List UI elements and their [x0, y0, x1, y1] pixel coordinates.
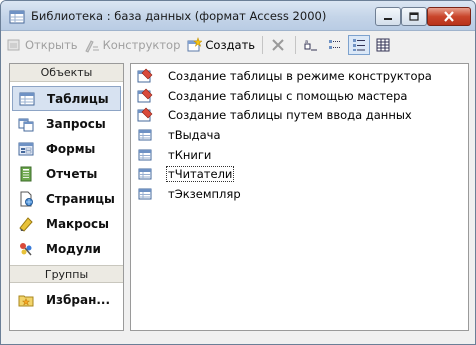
sidebar-item-label: Макросы	[46, 216, 109, 231]
open-button[interactable]: Открыть	[3, 34, 81, 56]
table-icon	[137, 147, 153, 163]
objects-header[interactable]: Объекты	[10, 64, 123, 82]
maximize-button[interactable]	[401, 7, 427, 26]
designer-label: Конструктор	[102, 38, 181, 52]
create-button[interactable]: Создать	[183, 34, 258, 56]
list-item[interactable]: тКниги	[131, 145, 468, 165]
delete-button[interactable]	[267, 35, 289, 55]
list-item[interactable]: Создание таблицы путем ввода данных	[131, 105, 468, 125]
open-label: Открыть	[25, 38, 78, 52]
create-wizard-icon	[137, 68, 153, 84]
sidebar-item-forms[interactable]: Формы	[12, 136, 121, 161]
list-item[interactable]: Создание таблицы с помощью мастера	[131, 86, 468, 106]
minimize-button[interactable]	[375, 7, 401, 26]
designer-button[interactable]: Конструктор	[81, 34, 184, 56]
small-icons-icon	[329, 40, 342, 49]
sidebar-item-queries[interactable]: Запросы	[12, 111, 121, 136]
large-icons-icon: a	[304, 39, 318, 51]
objects-list: Создание таблицы в режиме конструктора С…	[130, 63, 469, 331]
report-icon	[18, 166, 34, 182]
table-icon	[137, 166, 153, 182]
sidebar-item-label: Формы	[46, 141, 96, 156]
toolbar-separator	[295, 36, 297, 54]
sidebar-item-modules[interactable]: Модули	[12, 236, 121, 261]
svg-text:a: a	[305, 39, 308, 45]
favorites-icon	[18, 292, 34, 308]
list-item[interactable]: Создание таблицы в режиме конструктора	[131, 66, 468, 86]
table-icon	[19, 91, 35, 107]
sidebar-item-label: Отчеты	[46, 166, 98, 181]
macro-icon	[18, 216, 34, 232]
list-item-label: тВыдача	[168, 127, 221, 142]
sidebar-item-macros[interactable]: Макросы	[12, 211, 121, 236]
list-item-label: Создание таблицы путем ввода данных	[168, 108, 412, 123]
sidebar-item-reports[interactable]: Отчеты	[12, 161, 121, 186]
close-button[interactable]	[427, 7, 471, 26]
title-bar[interactable]: Библиотека : база данных (формат Access …	[1, 1, 475, 31]
design-icon	[84, 37, 100, 53]
window-title: Библиотека : база данных (формат Access …	[31, 9, 327, 23]
page-icon	[18, 191, 34, 207]
toolbar: Открыть Конструктор Создать a	[3, 33, 473, 57]
close-icon	[444, 11, 454, 22]
sidebar-item-label: Запросы	[46, 116, 106, 131]
create-wizard-icon	[137, 107, 153, 123]
delete-icon	[272, 39, 284, 51]
database-window: Библиотека : база данных (формат Access …	[0, 0, 476, 345]
open-icon	[6, 37, 22, 53]
large-icons-view-button[interactable]: a	[300, 35, 322, 55]
sidebar-item-label: Таблицы	[47, 91, 109, 106]
list-view-button[interactable]	[348, 35, 371, 55]
list-item[interactable]: тВыдача	[131, 125, 468, 145]
list-item-label: тЧитатели	[165, 166, 235, 183]
groups-header[interactable]: Группы	[10, 265, 123, 283]
details-view-icon	[376, 38, 390, 52]
small-icons-view-button[interactable]	[324, 35, 346, 55]
list-item[interactable]: тЭкземпляр	[131, 184, 468, 204]
module-icon	[18, 241, 34, 257]
sidebar-item-tables[interactable]: Таблицы	[12, 86, 121, 111]
sidebar-item-pages[interactable]: Страницы	[12, 186, 121, 211]
list-item-label: Создание таблицы в режиме конструктора	[168, 68, 432, 83]
create-label: Создать	[205, 38, 256, 52]
maximize-icon	[409, 12, 419, 21]
table-icon	[137, 186, 153, 202]
list-item-label: тКниги	[168, 147, 212, 162]
create-wizard-icon	[137, 88, 153, 104]
toolbar-separator	[262, 36, 264, 54]
new-object-icon	[186, 37, 204, 53]
table-icon	[137, 127, 153, 143]
list-item-label: Создание таблицы с помощью мастера	[168, 88, 408, 103]
sidebar-item-favorites[interactable]: Избран...	[12, 287, 121, 312]
sidebar-item-label: Модули	[46, 241, 101, 256]
sidebar-item-label: Страницы	[46, 191, 115, 206]
list-item-label: тЭкземпляр	[168, 186, 241, 201]
query-icon	[18, 116, 34, 132]
access-db-icon	[9, 9, 25, 25]
list-item[interactable]: тЧитатели	[131, 164, 468, 184]
form-icon	[18, 141, 34, 157]
objects-bar: Объекты Таблицы Запросы Формы Отчеты Стр…	[9, 63, 124, 331]
list-view-icon	[353, 39, 366, 51]
details-view-button[interactable]	[372, 35, 394, 55]
sidebar-item-label: Избран...	[46, 292, 111, 307]
minimize-icon	[384, 17, 392, 20]
